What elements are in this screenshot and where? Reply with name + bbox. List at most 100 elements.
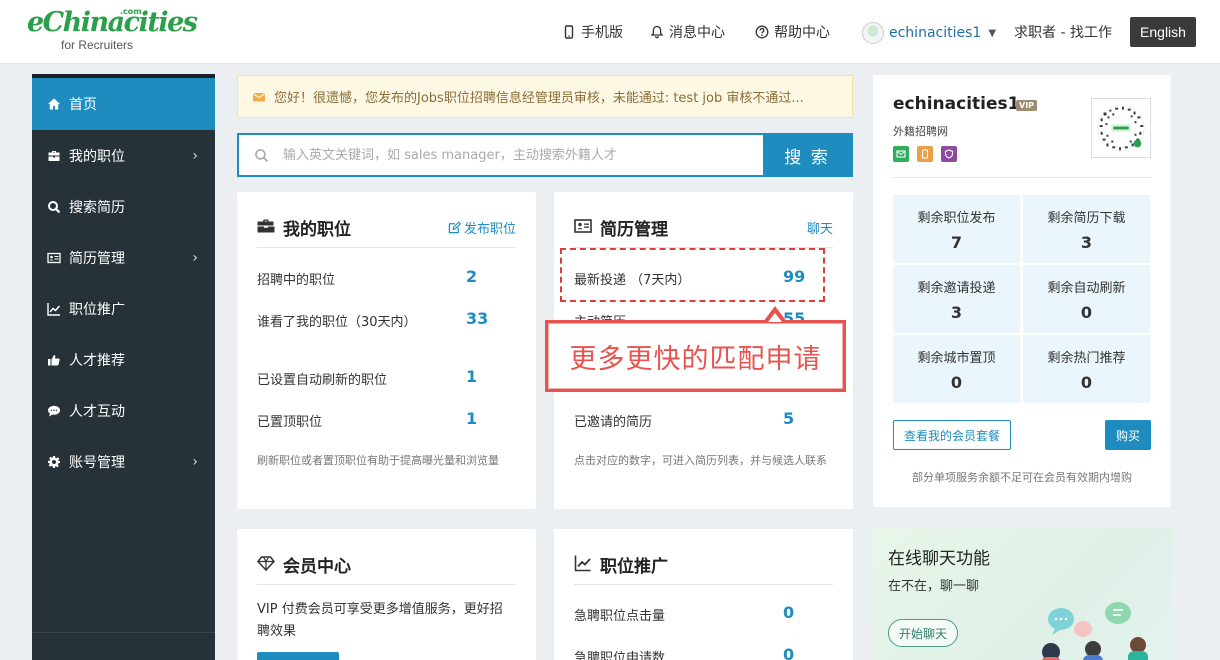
company-name: 外籍招聘网	[893, 125, 948, 138]
sidebar-item-my-jobs[interactable]: 我的职位 ›	[32, 130, 215, 181]
english-button[interactable]: English	[1130, 17, 1196, 47]
id-card-icon	[574, 217, 592, 239]
start-chat-button[interactable]: 开始聊天	[888, 619, 958, 647]
sidebar-item-talent-interaction[interactable]: 人才互动	[32, 385, 215, 436]
diamond-icon	[257, 554, 275, 576]
sidebar-item-search-resume[interactable]: 搜索简历	[32, 181, 215, 232]
jobs-row-label: 招聘中的职位	[257, 273, 336, 288]
member-center-title: 会员中心	[283, 557, 351, 577]
promo-clicks-count[interactable]: 0	[783, 603, 794, 622]
stat-label: 剩余邀请投递	[917, 281, 996, 296]
my-jobs-title: 我的职位	[283, 220, 351, 240]
resume-invited-count[interactable]: 5	[783, 409, 794, 428]
user-menu[interactable]: echinacities1 ▼	[862, 22, 996, 44]
search-icon	[47, 200, 61, 214]
alert-text: 您好！很遗憾，您发布的Jobs职位招聘信息经管理员审核，未能通过: test j…	[274, 91, 804, 106]
resume-row-label: 已邀请的简历	[574, 415, 653, 430]
sidebar-item-label: 简历管理	[69, 250, 125, 267]
job-promo-header: 职位推广	[574, 545, 833, 585]
post-job-link[interactable]: 发布职位	[448, 218, 516, 237]
sidebar-item-account[interactable]: 账号管理 ›	[32, 436, 215, 487]
logo[interactable]: eChinacities .com for Recruiters	[27, 7, 198, 55]
profile-divider	[893, 177, 1151, 178]
messages-label: 消息中心	[669, 25, 725, 41]
briefcase-icon	[257, 217, 275, 239]
chevron-right-icon: ›	[192, 453, 198, 470]
promo-applications-count[interactable]: 0	[783, 645, 794, 660]
mobile-link[interactable]: 手机版	[562, 22, 623, 42]
help-label: 帮助中心	[774, 25, 830, 41]
profile-name: echinacities1	[893, 94, 1020, 114]
email-verified-icon[interactable]	[893, 146, 909, 162]
jobs-row-label: 谁看了我的职位（30天内）	[257, 315, 417, 330]
callout-pointer-inner	[768, 313, 782, 322]
chevron-right-icon: ›	[192, 147, 198, 164]
sidebar-item-job-promo[interactable]: 职位推广	[32, 283, 215, 334]
chevron-right-icon: ›	[192, 249, 198, 266]
line-chart-icon	[574, 554, 592, 576]
mobile-label: 手机版	[581, 25, 623, 41]
vip-badge: VIP	[1016, 100, 1038, 111]
sidebar-item-label: 人才推荐	[69, 352, 125, 369]
job-promo-card: 职位推广 急聘职位点击量 0 急聘职位申请数 0	[554, 529, 853, 660]
view-package-button[interactable]: 查看我的会员套餐	[893, 420, 1011, 450]
sidebar-item-home[interactable]: 首页	[32, 78, 215, 130]
sidebar: 首页 我的职位 › 搜索简历 简历管理 › 职位推广 人才推荐 人才互动 账号管…	[32, 74, 215, 660]
stat-hot-recommend: 剩余热门推荐 0	[1023, 335, 1150, 403]
qr-code	[1091, 98, 1151, 158]
messages-link[interactable]: 消息中心	[650, 22, 725, 42]
profile-card: echinacities1 VIP 外籍招聘网 剩余职位发布 7 剩余简历下载 …	[873, 75, 1171, 507]
top-bar: eChinacities .com for Recruiters 手机版 消息中…	[0, 0, 1220, 64]
edit-icon	[448, 221, 461, 234]
stat-invites: 剩余邀请投递 3	[893, 265, 1020, 333]
stat-job-posts: 剩余职位发布 7	[893, 195, 1020, 263]
member-center-desc: VIP 付费会员可享受更多增值服务，更好招聘效果	[257, 602, 503, 639]
promo-row-label: 急聘职位申请数	[574, 651, 666, 660]
shield-verified-icon[interactable]	[941, 146, 957, 162]
member-center-button[interactable]	[257, 652, 339, 660]
resume-mgmt-note: 点击对应的数字，可进入简历列表，并与候选人联系	[574, 454, 827, 467]
sidebar-item-talent-recommend[interactable]: 人才推荐	[32, 334, 215, 385]
thumbs-up-icon	[47, 353, 61, 367]
search-button[interactable]: 搜 索	[763, 135, 851, 175]
phone-verified-icon[interactable]	[917, 146, 933, 162]
jobs-row-label: 已置顶职位	[257, 415, 323, 430]
resume-mgmt-title: 简历管理	[600, 220, 668, 240]
stat-value: 7	[950, 233, 963, 252]
jobs-autorefresh-count[interactable]: 1	[466, 367, 477, 386]
gear-icon	[47, 455, 61, 469]
bell-icon	[650, 25, 664, 39]
logo-sub: for Recruiters	[61, 38, 134, 52]
help-link[interactable]: 帮助中心	[755, 22, 830, 42]
stat-resume-downloads: 剩余简历下载 3	[1023, 195, 1150, 263]
jobs-viewers-count[interactable]: 33	[466, 309, 488, 328]
chat-people-illustration	[1041, 602, 1148, 660]
stat-label: 剩余热门推荐	[1047, 351, 1126, 366]
question-circle-icon	[755, 25, 769, 39]
chat-subtitle: 在不在，聊一聊	[888, 579, 980, 594]
job-seeker-link[interactable]: 求职者 - 找工作	[1014, 22, 1112, 42]
id-card-icon	[47, 251, 61, 265]
sidebar-item-label: 首页	[69, 97, 97, 113]
highlight-box	[560, 248, 825, 302]
sidebar-item-label: 我的职位	[69, 148, 125, 165]
jobs-pinned-count[interactable]: 1	[466, 409, 477, 428]
my-jobs-card: 我的职位 发布职位 招聘中的职位 2 谁看了我的职位（30天内） 33 已设置自…	[237, 192, 536, 509]
search-input[interactable]	[283, 135, 763, 175]
sidebar-item-label: 搜索简历	[69, 199, 125, 216]
member-center-card: 会员中心 VIP 付费会员可享受更多增值服务，更好招聘效果	[237, 529, 536, 660]
stat-auto-refresh: 剩余自动刷新 0	[1023, 265, 1150, 333]
member-center-header: 会员中心	[257, 545, 516, 585]
jobs-active-count[interactable]: 2	[466, 267, 477, 286]
chat-link[interactable]: 聊天	[807, 218, 833, 237]
chat-bubble-icon	[47, 404, 61, 418]
review-alert[interactable]: 您好！很遗憾，您发布的Jobs职位招聘信息经管理员审核，未能通过: test j…	[237, 75, 853, 118]
stat-value: 0	[1080, 303, 1093, 322]
post-job-label: 发布职位	[463, 222, 516, 237]
sidebar-item-resume-mgmt[interactable]: 简历管理 ›	[32, 232, 215, 283]
buy-button[interactable]: 购买	[1105, 420, 1151, 450]
stat-label: 剩余职位发布	[917, 211, 996, 226]
profile-footnote: 部分单项服务余额不足可在会员有效期内增购	[912, 471, 1132, 484]
envelope-icon	[252, 92, 266, 101]
callout-banner: 更多更快的匹配申请	[545, 320, 846, 392]
